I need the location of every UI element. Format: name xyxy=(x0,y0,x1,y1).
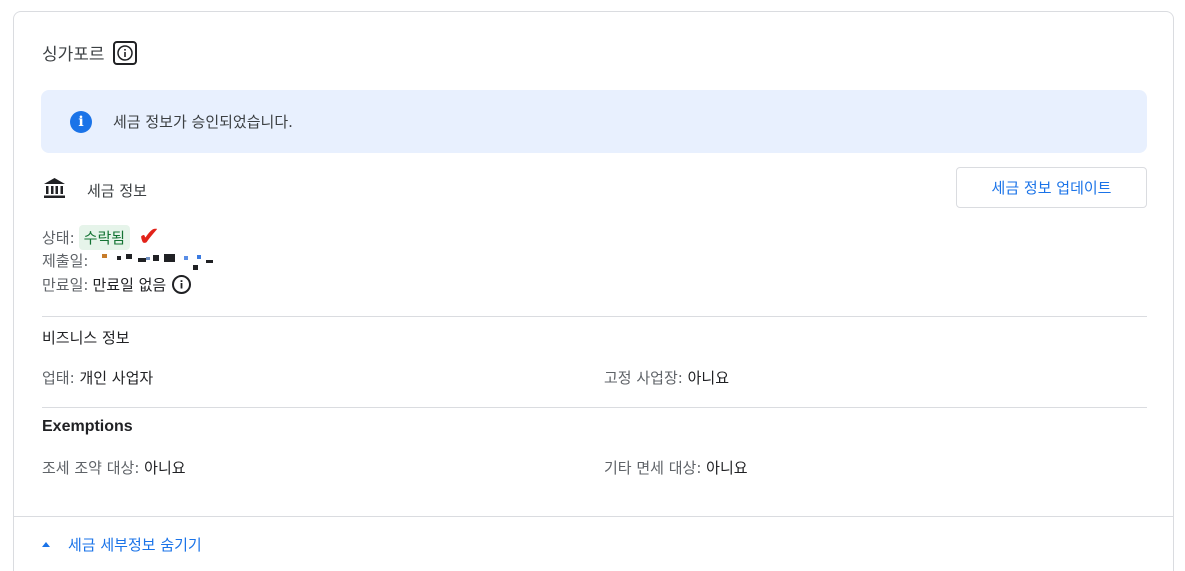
status-badge: 수락됨 xyxy=(78,224,131,250)
status-row: 상태: 수락됨 ✔ xyxy=(42,224,160,250)
update-tax-info-button[interactable]: 세금 정보 업데이트 xyxy=(956,167,1147,208)
submitted-label: 제출일: xyxy=(42,252,89,270)
treaty-value: 아니요 xyxy=(144,459,186,477)
business-type-field: 업태: 개인 사업자 xyxy=(42,367,153,388)
hide-details-link[interactable]: 세금 세부정보 숨기기 xyxy=(42,534,202,555)
approval-banner: i 세금 정보가 승인되었습니다. xyxy=(41,90,1147,153)
footer-divider xyxy=(14,516,1173,517)
tax-info-title: 세금 정보 xyxy=(87,181,147,200)
region-name: 싱가포르 xyxy=(42,45,105,65)
info-circle-icon: i xyxy=(70,110,92,133)
tax-card: 싱가포르 i 세금 정보가 승인되었습니다. 세금 정보 세금 정보 업데이트 xyxy=(13,11,1174,571)
expiry-label: 만료일: xyxy=(42,276,89,294)
other-exemption-label: 기타 면세 대상: xyxy=(604,459,702,477)
divider xyxy=(42,316,1147,317)
caret-up-icon xyxy=(42,542,50,547)
tax-info-header: 세금 정보 xyxy=(42,176,147,204)
fixed-establishment-field: 고정 사업장: 아니요 xyxy=(604,367,729,388)
other-exemption-field: 기타 면세 대상: 아니요 xyxy=(604,457,748,478)
expiry-value: 만료일 없음 xyxy=(92,276,167,294)
treaty-label: 조세 조약 대상: xyxy=(42,459,140,477)
info-icon[interactable] xyxy=(112,40,137,65)
other-exemption-value: 아니요 xyxy=(706,459,748,477)
business-type-label: 업태: xyxy=(42,369,75,387)
status-label: 상태: xyxy=(42,228,75,247)
region-header: 싱가포르 xyxy=(42,40,137,65)
redacted-date xyxy=(100,251,220,271)
submitted-row: 제출일: xyxy=(42,250,220,271)
checkmark-icon: ✔ xyxy=(138,222,160,252)
business-type-value: 개인 사업자 xyxy=(79,369,154,387)
banner-text: 세금 정보가 승인되었습니다. xyxy=(113,113,293,131)
business-info-title: 비즈니스 정보 xyxy=(42,329,130,347)
treaty-field: 조세 조약 대상: 아니요 xyxy=(42,457,186,478)
hide-details-label: 세금 세부정보 숨기기 xyxy=(68,536,202,554)
fixed-establishment-value: 아니요 xyxy=(687,369,730,387)
exemptions-title: Exemptions xyxy=(42,418,133,435)
bank-icon xyxy=(42,176,67,204)
expiry-row: 만료일: 만료일 없음 xyxy=(42,274,192,295)
divider xyxy=(42,407,1147,408)
info-icon[interactable] xyxy=(172,275,192,294)
fixed-establishment-label: 고정 사업장: xyxy=(604,369,683,387)
